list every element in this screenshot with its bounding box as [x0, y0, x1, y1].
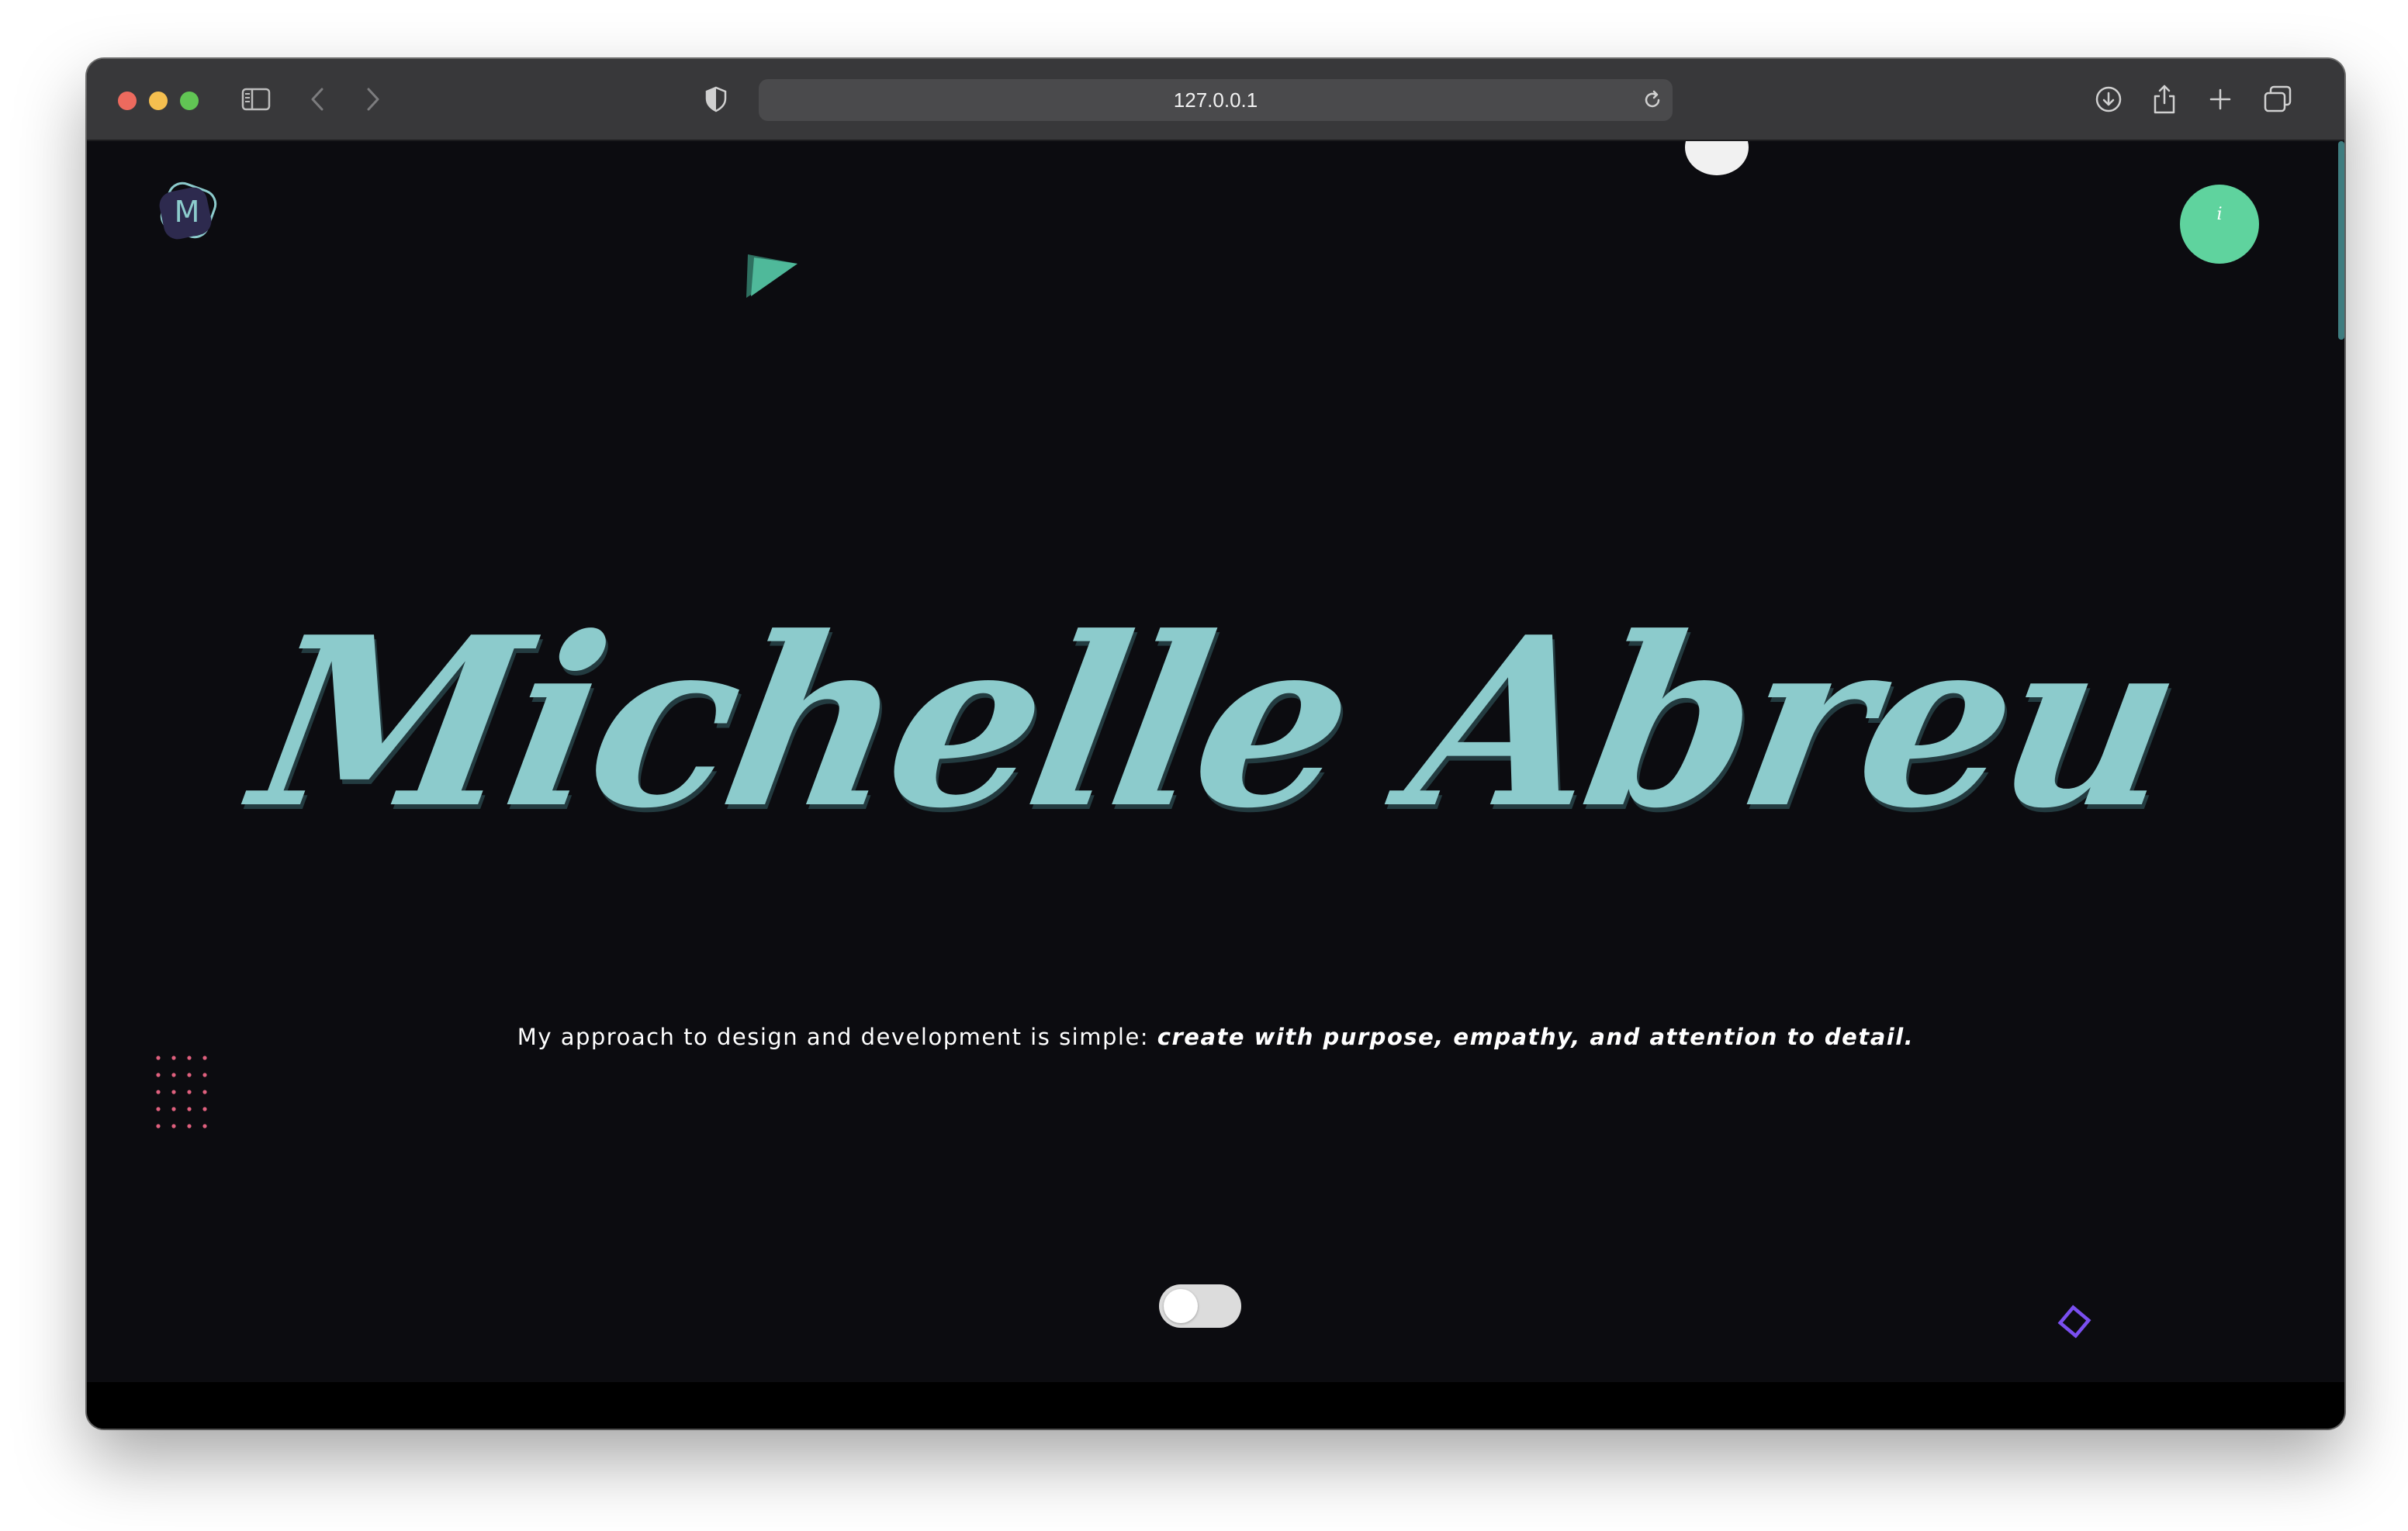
decorative-white-circle — [1685, 141, 1749, 175]
share-icon[interactable] — [2150, 81, 2178, 118]
zoom-window-button[interactable] — [180, 92, 199, 110]
browser-window: 127.0.0.1 M i Michelle Abreu My approach… — [87, 59, 2344, 1429]
tagline-text: My approach to design and development is… — [517, 1024, 1157, 1050]
minimize-window-button[interactable] — [149, 92, 168, 110]
reload-icon[interactable] — [1640, 88, 1665, 112]
tagline-emphasis: create with purpose, empathy, and attent… — [1157, 1024, 1915, 1050]
page-bottom-strip — [87, 1382, 2344, 1429]
page-viewport: M i Michelle Abreu My approach to design… — [87, 141, 2344, 1382]
hero-name-heading: Michelle Abreu — [237, 586, 2194, 859]
shield-icon[interactable] — [703, 81, 729, 118]
toggle-knob[interactable] — [1164, 1289, 1198, 1323]
download-icon[interactable] — [2093, 81, 2124, 118]
hero-tagline: My approach to design and development is… — [87, 1024, 2344, 1050]
decorative-dot-grid — [155, 1055, 217, 1135]
logo-letter: M — [175, 195, 200, 229]
info-icon: i — [2216, 205, 2223, 224]
decorative-diamond-icon — [2054, 1301, 2095, 1342]
forward-icon[interactable] — [362, 81, 385, 118]
new-tab-icon[interactable] — [2206, 81, 2234, 118]
decorative-triangle-icon — [740, 250, 802, 304]
url-text: 127.0.0.1 — [1173, 88, 1258, 112]
address-bar[interactable]: 127.0.0.1 — [759, 79, 1673, 121]
desktop-background: 127.0.0.1 M i Michelle Abreu My approach… — [0, 0, 2408, 1531]
close-window-button[interactable] — [118, 92, 137, 110]
site-logo[interactable]: M — [150, 175, 225, 250]
theme-toggle-switch[interactable] — [1159, 1284, 1241, 1328]
back-icon[interactable] — [306, 81, 329, 118]
browser-toolbar: 127.0.0.1 — [87, 59, 2344, 141]
vertical-scrollbar[interactable] — [2338, 141, 2344, 340]
info-button[interactable]: i — [2180, 185, 2259, 264]
sidebar-icon[interactable] — [239, 81, 273, 118]
tabs-overview-icon[interactable] — [2262, 81, 2293, 118]
